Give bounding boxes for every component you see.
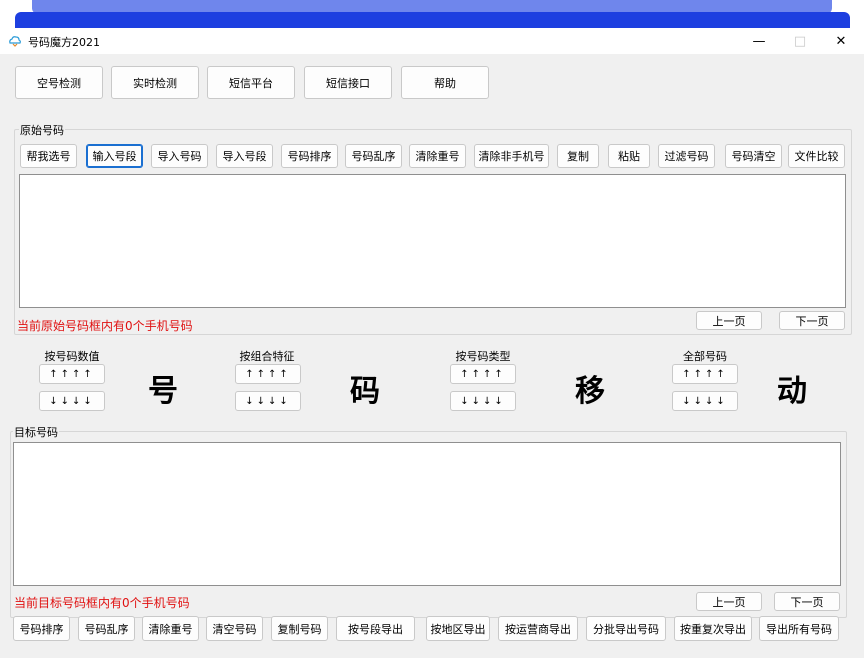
export-by-segment-button[interactable]: 按号段导出	[336, 616, 415, 641]
sort-by-type-label: 按号码类型	[455, 350, 511, 363]
decor-char-1: 号	[148, 374, 178, 409]
export-by-repeat-button[interactable]: 按重复次导出	[674, 616, 752, 641]
sort-all-label: 全部号码	[683, 350, 727, 363]
sort-by-type-asc-button[interactable]: ↑↑↑↑	[450, 364, 516, 384]
filter-numbers-button[interactable]: 过滤号码	[658, 144, 715, 168]
export-by-region-button[interactable]: 按地区导出	[426, 616, 490, 641]
input-segment-button[interactable]: 输入号段	[86, 144, 143, 168]
sort-numbers-button[interactable]: 号码排序	[281, 144, 338, 168]
remove-duplicates-button[interactable]: 清除重号	[409, 144, 466, 168]
pick-number-button[interactable]: 帮我选号	[20, 144, 77, 168]
sort-by-type-desc-button[interactable]: ↓↓↓↓	[450, 391, 516, 411]
target-prev-page-button[interactable]: 上一页	[696, 592, 762, 611]
decor-char-3: 移	[575, 374, 605, 409]
target-sort-button[interactable]: 号码排序	[13, 616, 70, 641]
sort-all-desc-button[interactable]: ↓↓↓↓	[672, 391, 738, 411]
source-prev-page-button[interactable]: 上一页	[696, 311, 762, 330]
sort-by-pattern-label: 按组合特征	[239, 350, 295, 363]
file-compare-button[interactable]: 文件比较	[788, 144, 845, 168]
export-by-carrier-button[interactable]: 按运营商导出	[498, 616, 578, 641]
remove-non-mobile-button[interactable]: 清除非手机号	[474, 144, 549, 168]
target-remove-duplicates-button[interactable]: 清除重号	[142, 616, 199, 641]
sort-by-value-asc-button[interactable]: ↑↑↑↑	[39, 364, 105, 384]
target-next-page-button[interactable]: 下一页	[774, 592, 840, 611]
batch-export-button[interactable]: 分批导出号码	[586, 616, 666, 641]
window-title: 号码魔方2021	[28, 36, 100, 49]
decor-char-4: 动	[777, 374, 807, 409]
empty-number-check-button[interactable]: 空号检测	[15, 66, 103, 99]
paste-button[interactable]: 粘贴	[608, 144, 650, 168]
app-window: 号码魔方2021 — □ ✕ 空号检测 实时检测 短信平台 短信接口 帮助 原始…	[0, 28, 864, 658]
app-logo-icon	[9, 36, 21, 47]
target-numbers-textarea[interactable]	[13, 442, 841, 586]
source-next-page-button[interactable]: 下一页	[779, 311, 845, 330]
maximize-button[interactable]: □	[785, 31, 815, 51]
clear-numbers-button[interactable]: 号码清空	[725, 144, 782, 168]
background-decoration-bar	[15, 12, 850, 28]
target-clear-button[interactable]: 清空号码	[206, 616, 263, 641]
target-copy-button[interactable]: 复制号码	[271, 616, 328, 641]
sort-by-pattern-asc-button[interactable]: ↑↑↑↑	[235, 364, 301, 384]
sms-api-button[interactable]: 短信接口	[304, 66, 392, 99]
sort-by-value-desc-button[interactable]: ↓↓↓↓	[39, 391, 105, 411]
sort-all-asc-button[interactable]: ↑↑↑↑	[672, 364, 738, 384]
minimize-button[interactable]: —	[744, 31, 774, 51]
source-status-text: 当前原始号码框内有0个手机号码	[17, 319, 193, 333]
import-segment-button[interactable]: 导入号段	[216, 144, 273, 168]
target-shuffle-button[interactable]: 号码乱序	[78, 616, 135, 641]
sort-by-pattern-desc-button[interactable]: ↓↓↓↓	[235, 391, 301, 411]
realtime-check-button[interactable]: 实时检测	[111, 66, 199, 99]
help-button[interactable]: 帮助	[401, 66, 489, 99]
source-numbers-textarea[interactable]	[19, 174, 846, 308]
close-button[interactable]: ✕	[826, 31, 856, 51]
target-status-text: 当前目标号码框内有0个手机号码	[14, 596, 190, 610]
shuffle-numbers-button[interactable]: 号码乱序	[345, 144, 402, 168]
source-group-label: 原始号码	[19, 122, 65, 138]
decor-char-2: 码	[350, 374, 380, 409]
sms-platform-button[interactable]: 短信平台	[207, 66, 295, 99]
sort-by-value-label: 按号码数值	[44, 350, 100, 363]
title-bar: 号码魔方2021 — □ ✕	[0, 28, 864, 54]
export-all-button[interactable]: 导出所有号码	[759, 616, 839, 641]
import-numbers-button[interactable]: 导入号码	[151, 144, 208, 168]
target-group-label: 目标号码	[13, 424, 59, 440]
copy-button[interactable]: 复制	[557, 144, 599, 168]
